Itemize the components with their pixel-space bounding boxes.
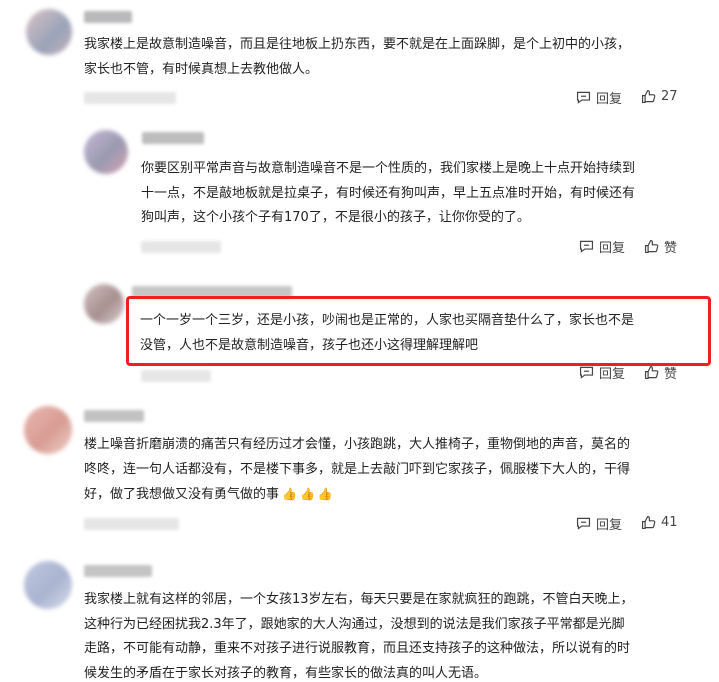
like-count: 41 — [661, 515, 678, 530]
username-blurred[interactable] — [84, 565, 152, 577]
like-button[interactable]: 41 — [640, 514, 678, 531]
reply-button[interactable]: 回复 — [575, 88, 622, 107]
comment-text: 你要区别平常声音与故意制造噪音不是一个性质的，我们家楼上是晚上十点开始持续到 十… — [141, 161, 636, 225]
avatar[interactable] — [24, 561, 72, 609]
like-label: 赞 — [664, 367, 678, 382]
reply-label: 回复 — [596, 92, 623, 107]
comment-text: 我家楼上就有这样的邻居，一个女孩13岁左右，每天只要是在家就疯狂的跑跳，不管白天… — [84, 592, 634, 681]
comment-text-body: 楼上噪音折磨崩溃的痛苦只有经历过才会懂，小孩跑跳，大人推椅子，重物倒地的声音，莫… — [84, 437, 631, 502]
avatar[interactable] — [26, 9, 72, 55]
comment-bubble-icon — [576, 91, 591, 104]
username-blurred[interactable] — [84, 410, 144, 422]
comment-meta-blurred — [84, 518, 179, 530]
emoji-thumbs-up: 👍 — [317, 487, 333, 501]
comment-meta-blurred — [141, 370, 211, 382]
comment-bubble-icon — [579, 366, 594, 379]
thumbs-up-icon — [644, 239, 659, 254]
like-button[interactable]: 27 — [640, 88, 678, 105]
reply-button[interactable]: 回复 — [575, 514, 622, 533]
emoji-thumbs-up: 👍 — [282, 487, 297, 501]
reply-button[interactable]: 回复 — [578, 363, 625, 382]
like-label: 赞 — [664, 241, 678, 256]
avatar[interactable] — [24, 406, 72, 454]
like-count: 27 — [661, 89, 678, 104]
avatar[interactable] — [84, 130, 128, 174]
comment-text: 一个一岁一个三岁，还是小孩，吵闹也是正常的，人家也买隔音垫什么了，家长也不是 没… — [140, 313, 635, 353]
comment-meta-blurred — [84, 92, 176, 104]
like-button[interactable]: 赞 — [643, 363, 677, 382]
reply-button[interactable]: 回复 — [578, 237, 625, 256]
comment-text: 楼上噪音折磨崩溃的痛苦只有经历过才会懂，小孩跑跳，大人推椅子，重物倒地的声音，莫… — [84, 433, 709, 508]
avatar[interactable] — [84, 284, 124, 324]
thumbs-up-icon — [644, 365, 659, 380]
comment-text: 我家楼上是故意制造噪音，而且是往地板上扔东西，要不就是在上面跺脚，是个上初中的小… — [84, 37, 631, 77]
thumbs-up-icon — [641, 515, 656, 530]
comment-bubble-icon — [576, 517, 591, 530]
reply-label: 回复 — [599, 241, 626, 256]
username-blurred[interactable] — [84, 11, 132, 23]
comment-meta-blurred — [141, 241, 221, 253]
comment-bubble-icon — [579, 240, 594, 253]
reply-label: 回复 — [599, 367, 626, 382]
reply-label: 回复 — [596, 518, 623, 533]
username-blurred[interactable] — [142, 132, 204, 144]
emoji-thumbs-up: 👍 — [299, 487, 315, 501]
like-button[interactable]: 赞 — [643, 237, 677, 256]
thumbs-up-icon — [641, 89, 656, 104]
